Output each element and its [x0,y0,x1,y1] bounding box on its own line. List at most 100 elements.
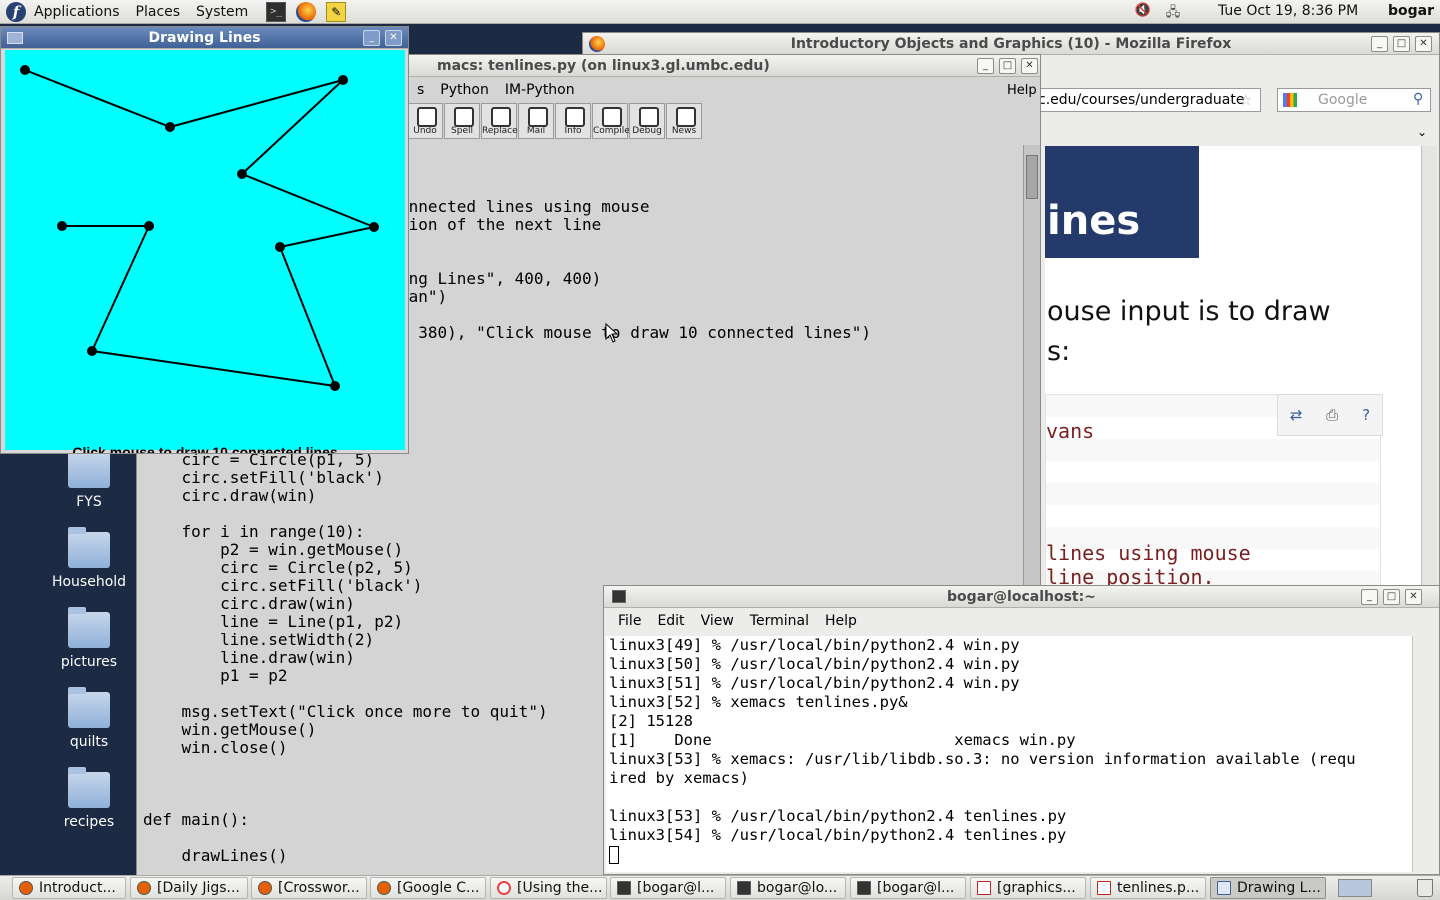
close-button[interactable]: ✕ [385,30,402,46]
terminal-titlebar[interactable]: bogar@localhost:~ _ □ ✕ [604,586,1439,608]
taskbar-item[interactable]: [Crosswor... [251,877,367,899]
taskbar-item[interactable]: [Using the... [490,877,607,899]
menu-item-python[interactable]: Python [432,82,497,98]
undo-button[interactable]: Undo [407,103,443,139]
desktop-icon-pictures[interactable]: pictures [46,607,132,670]
help-icon[interactable]: ? [1362,406,1370,424]
menu-item-im-python[interactable]: IM-Python [497,82,583,98]
close-button[interactable]: ✕ [1021,58,1038,74]
paragraph-line: ouse input is to draw [1047,296,1331,327]
minimize-button[interactable]: _ [1361,589,1378,605]
menu-item-help[interactable]: Help [817,613,865,629]
taskbar-item-active[interactable]: Drawing L... [1210,877,1326,899]
drawing-svg[interactable] [5,50,405,450]
menu-item-tools[interactable]: s [409,82,432,98]
firefox-icon [137,881,151,895]
drawn-line [279,226,375,248]
drawing-canvas[interactable]: Click mouse to draw 10 connected lines [5,50,405,453]
close-button[interactable]: ✕ [1415,36,1432,52]
maximize-button[interactable]: □ [1383,589,1400,605]
menu-item-edit[interactable]: Edit [649,613,692,629]
compile-button[interactable]: Compile [592,103,630,139]
drawn-line [91,225,150,352]
xemacs-menubar: s Python IM-Python [403,79,583,101]
taskbar-item[interactable]: [bogar@l... [610,877,726,899]
taskbar-item[interactable]: Introduct... [12,877,126,899]
network-icon[interactable]: 🖧 [1162,3,1184,21]
desktop-icon-quilts[interactable]: quilts [46,687,132,750]
fedora-logo-icon[interactable]: f [6,1,26,22]
taskbar-item[interactable]: tenlines.p... [1090,877,1206,899]
desktop-icon-recipes[interactable]: recipes [46,767,132,830]
notes-launcher-icon[interactable]: ✎ [326,1,347,22]
workspace-switcher[interactable] [1338,879,1372,897]
url-bar[interactable]: c.edu/courses/undergraduate [1031,88,1261,112]
taskbar-item[interactable]: [bogar@l... [850,877,966,899]
firefox-page-content: ines ouse input is to draw s: vans lines… [1045,146,1423,591]
places-menu[interactable]: Places [128,4,189,20]
debug-button[interactable]: Debug [629,103,665,139]
google-engine-icon[interactable] [1283,93,1297,107]
replace-button[interactable]: Replace [481,103,518,139]
info-button[interactable]: Info [555,103,591,139]
star-icon[interactable]: ☆ [1239,91,1252,109]
taskbar-label: [Using the... [517,880,603,896]
minimize-button[interactable]: _ [1371,36,1388,52]
close-button[interactable]: ✕ [1405,589,1422,605]
system-menu[interactable]: System [188,4,256,20]
user-menu[interactable]: bogar [1388,3,1434,19]
maximize-button[interactable]: □ [999,58,1016,74]
drawing-titlebar[interactable]: Drawing Lines _ ✕ [1,27,408,49]
taskbar-item[interactable]: bogar@lo... [730,877,846,899]
tab-list-chevron-icon[interactable]: ⌄ [1417,125,1427,139]
minimize-button[interactable]: _ [977,58,994,74]
scrollbar-thumb[interactable] [1026,155,1038,199]
print-icon[interactable]: ⎙ [1326,406,1338,424]
firefox-title: Introductory Objects and Graphics (10) -… [790,35,1232,52]
desktop-icon-household[interactable]: Household [46,527,132,590]
minimize-button[interactable]: _ [363,30,380,46]
terminal-icon [617,881,631,895]
firefox-scrollbar[interactable] [1421,146,1437,591]
menu-item-help[interactable]: Help [1007,83,1037,98]
taskbar-item[interactable]: [Daily Jigs... [130,877,248,899]
terminal-launcher-icon[interactable]: >_ [266,1,287,22]
xemacs-code-top[interactable]: onnected lines using mouse tion of the ne… [399,198,871,342]
drawing-lines-window: Drawing Lines _ ✕ Click mouse to draw 10… [0,26,409,454]
maximize-button[interactable]: □ [1393,36,1410,52]
search-icon[interactable]: ⚲ [1413,91,1423,107]
xemacs-code-bottom[interactable]: circ = Circle(p1, 5) circ.setFill('black… [143,451,548,865]
click-point [275,242,285,252]
desktop-icon-label: FYS [76,494,102,510]
firefox-launcher-icon[interactable] [296,1,317,22]
trash-icon[interactable] [1417,879,1433,897]
taskbar-label: [Daily Jigs... [157,880,240,896]
terminal-line: linux3[53] % /usr/local/bin/python2.4 te… [609,807,1067,825]
taskbar-item[interactable]: [graphics... [970,877,1086,899]
menu-item-terminal[interactable]: Terminal [742,613,817,629]
view-source-icon[interactable]: ⇄ [1290,406,1303,424]
click-point [57,221,67,231]
firefox-icon [377,881,391,895]
menu-item-file[interactable]: File [610,613,649,629]
taskbar-label: [Crosswor... [278,880,360,896]
taskbar-item[interactable]: [Google C... [370,877,486,899]
folder-icon [68,447,110,488]
volume-icon[interactable]: 🔇 [1132,3,1154,21]
terminal-output[interactable]: linux3[49] % /usr/local/bin/python2.4 wi… [606,636,1412,872]
spell-button[interactable]: Spell [444,103,480,139]
code-line: , 380), "Click mouse to draw 10 connecte… [399,323,872,342]
search-input[interactable]: Google [1277,88,1431,112]
clock[interactable]: Tue Oct 19, 8:36 PM [1218,3,1358,19]
news-button[interactable]: News [666,103,702,139]
terminal-line: linux3[51] % /usr/local/bin/python2.4 wi… [609,674,1020,692]
terminal-scrollbar[interactable] [1412,636,1430,872]
menu-item-view[interactable]: View [693,613,742,629]
mail-button[interactable]: Mail [518,103,554,139]
firefox-titlebar[interactable]: Introductory Objects and Graphics (10) -… [583,33,1439,55]
desktop-icon-fys[interactable]: FYS [46,447,132,510]
code-line: line = Line(p1, p2) [143,612,404,631]
applications-menu[interactable]: Applications [26,4,128,20]
code-line: drawLines() [143,846,288,865]
